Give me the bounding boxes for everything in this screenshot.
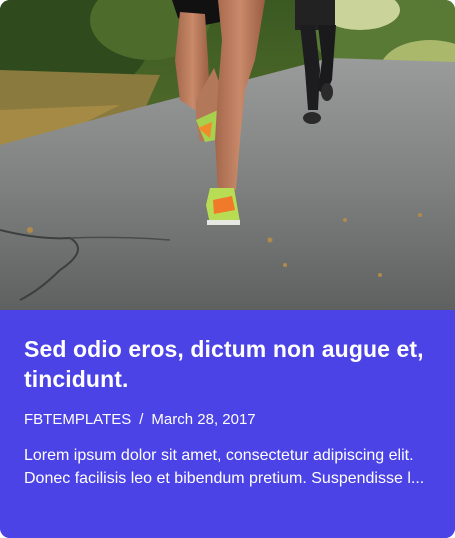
post-meta: FBTEMPLATES / March 28, 2017 [24, 410, 431, 430]
post-author[interactable]: FBTEMPLATES [24, 410, 131, 430]
post-excerpt: Lorem ipsum dolor sit amet, consectetur … [24, 447, 425, 487]
post-title[interactable]: Sed odio eros, dictum non augue et, tinc… [24, 334, 424, 394]
post-date: March 28, 2017 [151, 411, 256, 428]
meta-separator: / [139, 411, 144, 428]
post-card[interactable]: Sed odio eros, dictum non augue et, tinc… [0, 0, 455, 538]
post-card-body: Sed odio eros, dictum non augue et, tinc… [0, 310, 455, 538]
post-thumbnail-image[interactable] [0, 0, 455, 310]
